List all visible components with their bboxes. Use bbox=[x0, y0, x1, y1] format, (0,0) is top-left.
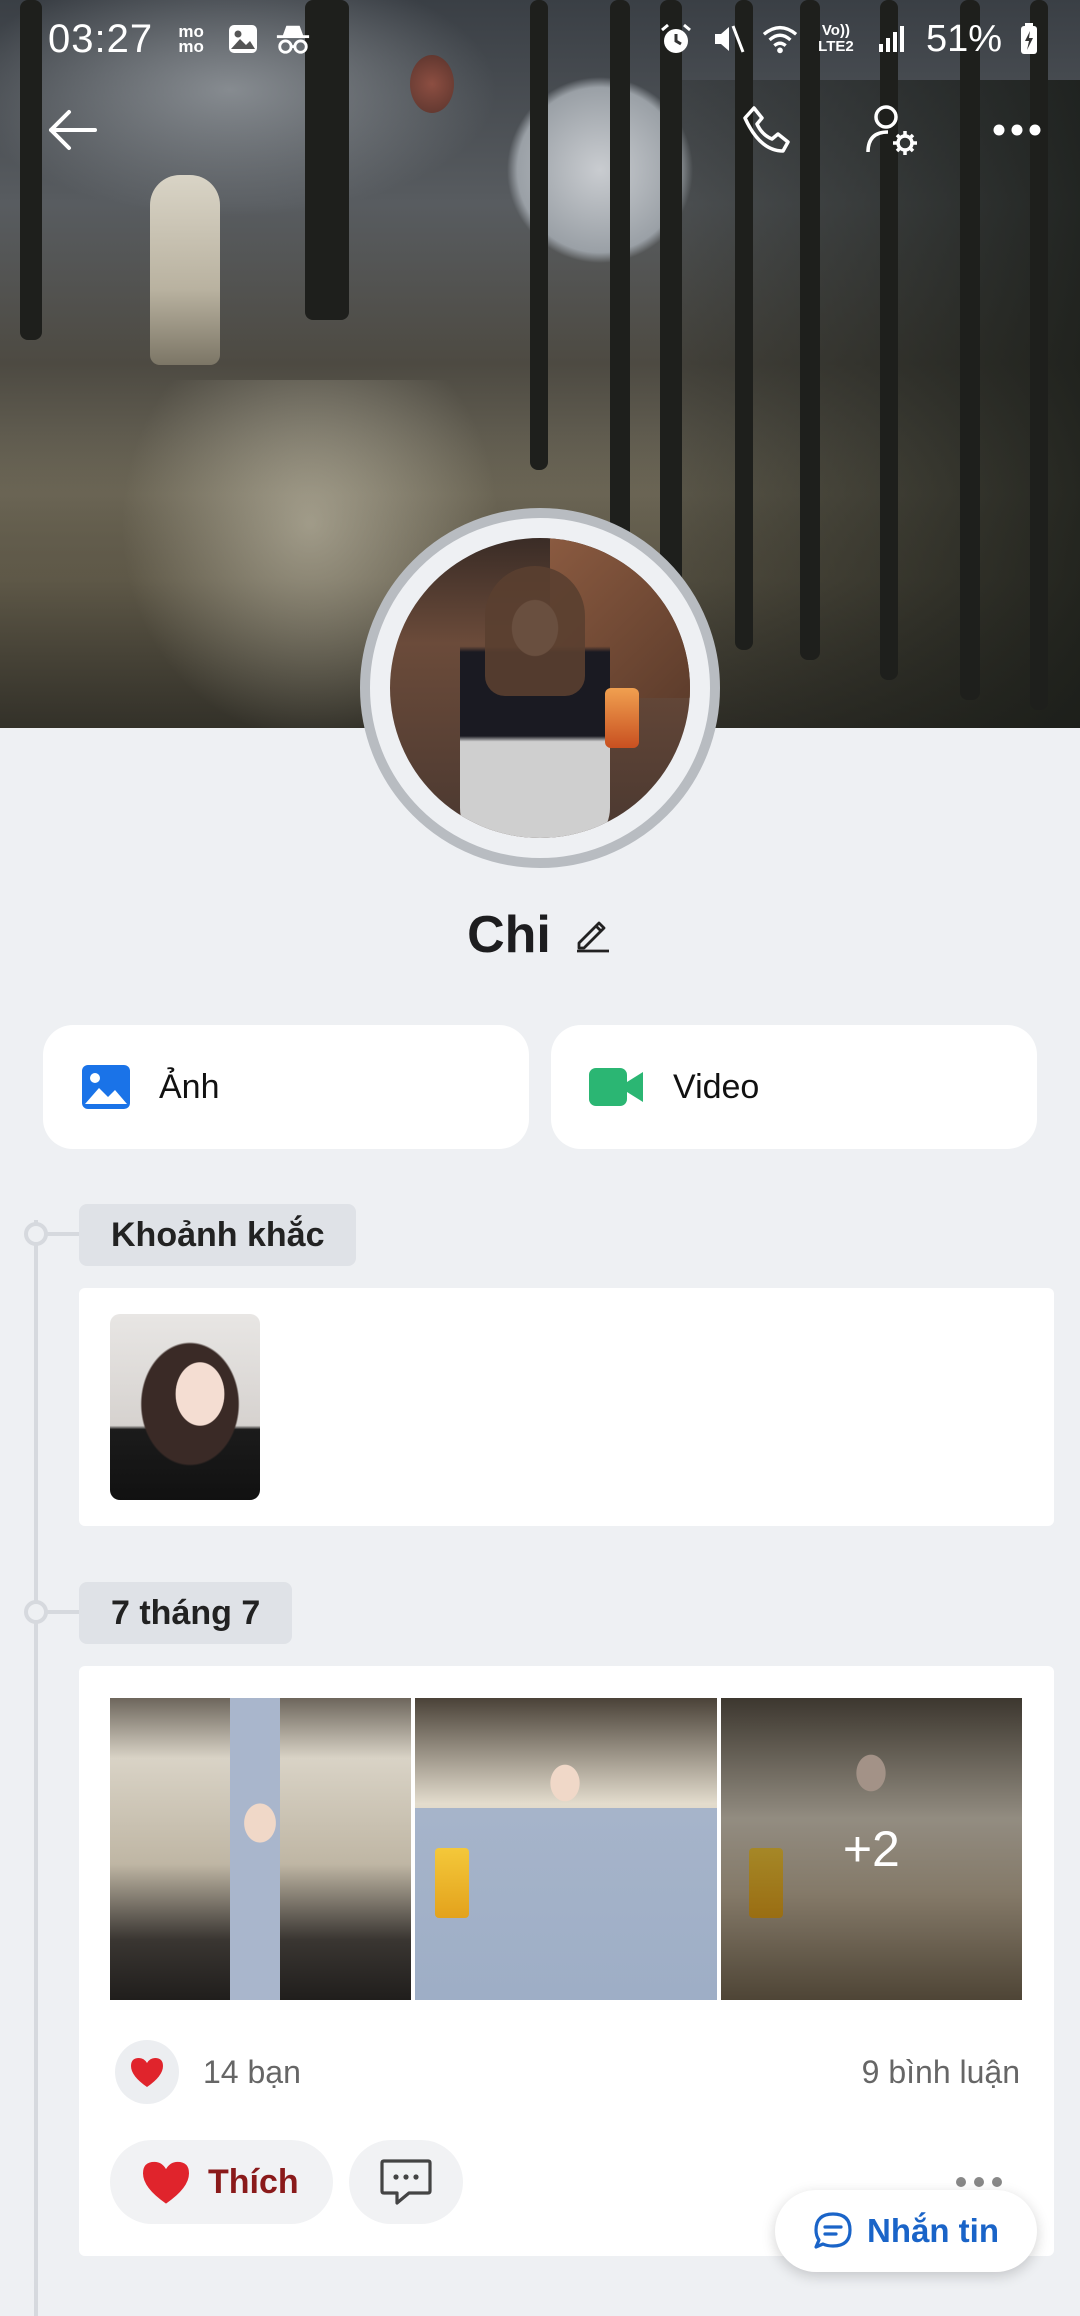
cover-shade bbox=[660, 80, 1080, 728]
post-photo[interactable] bbox=[415, 1698, 717, 2000]
gallery-icon bbox=[225, 21, 261, 57]
photos-button-label: Ảnh bbox=[159, 1067, 220, 1106]
moment-thumbnail[interactable] bbox=[110, 1314, 260, 1500]
timeline-connector bbox=[46, 1610, 80, 1614]
wifi-icon bbox=[762, 21, 798, 57]
user-settings-icon bbox=[866, 105, 917, 155]
battery-percent: 51% bbox=[925, 17, 1002, 60]
edit-name-button[interactable] bbox=[573, 913, 613, 958]
photo-icon bbox=[82, 1065, 130, 1109]
status-bar: 03:27 mo mo Vo)) LTE2 51% bbox=[0, 0, 1080, 78]
avatar-hair bbox=[485, 566, 585, 696]
comment-icon bbox=[380, 2159, 432, 2205]
timeline-line bbox=[34, 1220, 38, 2316]
more-horizontal-icon bbox=[993, 124, 1041, 136]
heart-icon bbox=[143, 2161, 189, 2204]
momo-icon: mo mo bbox=[178, 22, 204, 56]
post-card: +2 14 bạn 9 bình luận Thích bbox=[79, 1666, 1054, 2256]
network-label: Vo)) LTE2 bbox=[818, 22, 854, 55]
avatar-frame[interactable] bbox=[360, 508, 720, 868]
battery-charging-icon bbox=[1018, 21, 1040, 57]
timeline-connector bbox=[46, 1232, 80, 1236]
send-message-label: Nhắn tin bbox=[867, 2212, 999, 2249]
heart-icon bbox=[131, 2058, 163, 2087]
send-message-button[interactable]: Nhắn tin bbox=[775, 2190, 1037, 2272]
timeline-dot bbox=[24, 1222, 48, 1246]
back-arrow-icon bbox=[49, 110, 97, 150]
call-button[interactable] bbox=[726, 90, 806, 170]
comment-button[interactable] bbox=[348, 2140, 463, 2224]
avatar-drink bbox=[605, 688, 639, 748]
mute-icon bbox=[710, 21, 746, 57]
back-button[interactable] bbox=[32, 90, 112, 170]
profile-name-row: Chi bbox=[0, 905, 1080, 965]
post-date-label: 7 tháng 7 bbox=[79, 1582, 293, 1644]
avatar[interactable] bbox=[390, 538, 690, 838]
timeline-dot bbox=[24, 1600, 48, 1624]
profile-name: Chi bbox=[467, 906, 551, 964]
moments-card bbox=[79, 1288, 1054, 1526]
video-icon bbox=[589, 1068, 643, 1106]
post-stats: 14 bạn 9 bình luận bbox=[115, 2038, 1020, 2106]
phone-icon bbox=[743, 106, 790, 153]
signal-icon bbox=[874, 21, 910, 57]
post-more-button[interactable] bbox=[956, 2177, 1002, 2187]
more-button[interactable] bbox=[977, 90, 1057, 170]
status-right: Vo)) LTE2 51% bbox=[658, 18, 1040, 61]
more-photos-count: +2 bbox=[720, 1698, 1022, 2000]
comments-count[interactable]: 9 bình luận bbox=[862, 2054, 1020, 2091]
profile-settings-button[interactable] bbox=[852, 90, 932, 170]
cover-tree bbox=[610, 0, 630, 560]
likes-count[interactable]: 14 bạn bbox=[203, 2054, 301, 2091]
alarm-icon bbox=[658, 21, 694, 57]
photos-button[interactable]: Ảnh bbox=[43, 1025, 529, 1149]
videos-button[interactable]: Video bbox=[551, 1025, 1037, 1149]
reaction-badge[interactable] bbox=[115, 2040, 179, 2104]
like-button-label: Thích bbox=[208, 2162, 299, 2201]
moments-section-label: Khoảnh khắc bbox=[79, 1204, 357, 1266]
profile-toolbar bbox=[0, 90, 1080, 170]
post-photo[interactable] bbox=[110, 1698, 412, 2000]
videos-button-label: Video bbox=[673, 1067, 760, 1106]
status-time: 03:27 bbox=[48, 16, 154, 61]
cover-walker bbox=[150, 175, 220, 365]
status-app-icons: mo mo bbox=[171, 21, 311, 57]
like-button[interactable]: Thích bbox=[110, 2140, 333, 2224]
post-photo-grid: +2 bbox=[110, 1698, 1022, 2000]
chat-bubble-icon bbox=[814, 2212, 852, 2249]
pencil-icon bbox=[576, 921, 609, 952]
incognito-icon bbox=[275, 21, 311, 57]
post-photo-more[interactable]: +2 bbox=[720, 1698, 1022, 2000]
